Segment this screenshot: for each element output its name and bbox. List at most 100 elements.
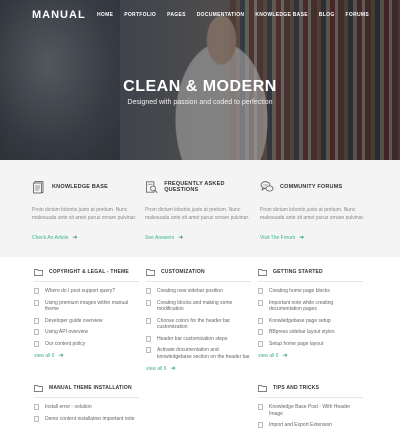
article-link[interactable]: Setup home page layout — [269, 341, 323, 348]
main-menu: HOME PORTFOLIO PAGES DOCUMENTATION KNOWL… — [97, 12, 369, 18]
view-all-link[interactable]: view all 6 ➜ — [34, 352, 139, 360]
nav-portfolio[interactable]: PORTFOLIO — [124, 12, 156, 18]
hero-title: CLEAN & MODERN — [123, 78, 277, 95]
list-item[interactable]: Activate documentation and knowledgebase… — [146, 347, 251, 360]
article-link[interactable]: Header bar customization steps — [157, 336, 227, 343]
nav-knowledge-base[interactable]: KNOWLEDGE BASE — [255, 12, 308, 18]
document-icon — [33, 181, 44, 194]
feature-description: Proin dictum lobortis justo at pretium. … — [260, 207, 365, 221]
list-item[interactable]: Our content policy — [34, 340, 139, 348]
list-item[interactable]: Where do I post support query? — [34, 288, 139, 295]
category-customization: CUSTOMIZATION Creating new sidebar posit… — [146, 268, 251, 372]
list-item[interactable]: Using premium images within manual theme — [34, 299, 139, 313]
link-label: Visit The Forum — [260, 234, 296, 241]
article-link[interactable]: Using API overview — [45, 329, 88, 336]
arrow-right-icon: ➜ — [72, 235, 78, 241]
visit-forum-link[interactable]: Visit The Forum ➜ — [260, 234, 370, 242]
list-item[interactable]: Setup home page layout — [258, 340, 363, 348]
folder-icon — [258, 385, 267, 392]
document-icon — [34, 288, 39, 294]
link-label: Check An Article — [32, 234, 69, 241]
folder-icon — [258, 269, 267, 276]
article-list: Creating home page blocks Important note… — [258, 288, 363, 347]
list-item[interactable]: Creating blocks and making some modifica… — [146, 299, 251, 313]
list-item[interactable]: Demo content installation important note — [34, 415, 139, 423]
article-link[interactable]: Creating home page blocks — [269, 288, 330, 295]
nav-blog[interactable]: BLOG — [319, 12, 335, 18]
list-item[interactable]: Install error - solution — [34, 404, 139, 411]
folder-icon — [34, 385, 43, 392]
article-link[interactable]: Developer guide overview — [45, 318, 103, 325]
document-icon — [34, 299, 39, 306]
document-icon — [34, 415, 39, 422]
article-link[interactable]: Demo content installation important note — [45, 416, 135, 423]
article-link[interactable]: Creating blocks and making some modifica… — [157, 300, 251, 313]
feature-knowledge-base: KNOWLEDGE BASE Proin dictum lobortis jus… — [32, 180, 142, 241]
view-all-label: view all 6 — [146, 365, 167, 372]
view-all-label: view all 6 — [34, 352, 55, 359]
hero-banner: MANUAL HOME PORTFOLIO PAGES DOCUMENTATIO… — [0, 0, 400, 160]
document-icon — [34, 329, 39, 335]
article-link[interactable]: Creating new sidebar position — [157, 288, 223, 295]
category-tips-and-tricks: TIPS AND TRICKS Knowledge Base Post - Wi… — [258, 384, 363, 430]
feature-community-forums: COMMUNITY FORUMS Proin dictum lobortis j… — [260, 180, 370, 241]
article-link[interactable]: Install error - solution — [45, 404, 92, 411]
list-item[interactable]: Developer guide overview — [34, 317, 139, 325]
list-item[interactable]: Knowledge Base Post - With Header Image — [258, 404, 363, 417]
list-item[interactable]: Header bar customization steps — [146, 335, 251, 343]
article-link[interactable]: Where do I post support query? — [45, 288, 115, 295]
hero-subtitle: Designed with passion and coded to perfe… — [127, 99, 273, 106]
list-item[interactable]: Using API overview — [34, 329, 139, 336]
category-copyright-legal: COPYRIGHT & LEGAL - THEME Where do I pos… — [34, 268, 139, 359]
check-article-link[interactable]: Check An Article ➜ — [32, 234, 142, 242]
article-link[interactable]: Our content policy — [45, 341, 85, 348]
list-item[interactable]: Choose colors for the header bar customi… — [146, 317, 251, 331]
category-getting-started: GETTING STARTED Creating home page block… — [258, 268, 363, 359]
list-item[interactable]: Knowledgebase page setup — [258, 317, 363, 325]
document-icon — [258, 340, 263, 347]
list-item[interactable]: Creating home page blocks — [258, 288, 363, 295]
feature-title: FREQUENTLY ASKED QUESTIONS — [164, 181, 225, 193]
list-item[interactable]: Important note while creating documentat… — [258, 299, 363, 313]
article-list: Install error - solution Demo content in… — [34, 404, 139, 422]
article-link[interactable]: BBpress sidebar layout styles — [269, 329, 335, 336]
list-item[interactable]: BBpress sidebar layout styles — [258, 329, 363, 336]
category-title[interactable]: TIPS AND TRICKS — [273, 385, 319, 391]
arrow-right-icon: ➜ — [170, 366, 176, 372]
document-icon — [146, 335, 151, 342]
chat-bubbles-icon — [260, 181, 274, 192]
article-link[interactable]: Knowledge Base Post - With Header Image — [269, 404, 363, 417]
category-title[interactable]: MANUAL THEME INSTALLATION — [49, 385, 132, 391]
article-link[interactable]: Import and Export Extension — [269, 422, 332, 429]
view-all-link[interactable]: view all 6 ➜ — [146, 365, 251, 373]
article-link[interactable]: Knowledgebase page setup — [269, 318, 331, 325]
nav-home[interactable]: HOME — [97, 12, 113, 18]
site-logo[interactable]: MANUAL — [32, 9, 86, 21]
feature-description: Proin dictum lobortis justo at pretium. … — [32, 207, 137, 221]
document-icon — [34, 340, 39, 347]
category-title[interactable]: GETTING STARTED — [273, 269, 323, 275]
document-icon — [146, 347, 151, 353]
folder-icon — [146, 269, 155, 276]
document-icon — [258, 404, 263, 410]
arrow-right-icon: ➜ — [178, 235, 184, 241]
nav-documentation[interactable]: DOCUMENTATION — [197, 12, 245, 18]
nav-pages[interactable]: PAGES — [167, 12, 186, 18]
view-all-link[interactable]: view all 6 ➜ — [258, 352, 363, 360]
article-link[interactable]: Using premium images within manual theme — [45, 300, 139, 313]
article-link[interactable]: Important note while creating documentat… — [269, 300, 363, 313]
article-link[interactable]: Activate documentation and knowledgebase… — [157, 347, 251, 360]
document-icon — [258, 329, 263, 335]
category-title[interactable]: CUSTOMIZATION — [161, 269, 205, 275]
article-link[interactable]: Choose colors for the header bar customi… — [157, 318, 251, 331]
top-navigation: MANUAL HOME PORTFOLIO PAGES DOCUMENTATIO… — [0, 0, 400, 30]
article-list: Knowledge Base Post - With Header Image … — [258, 404, 363, 429]
article-list: Where do I post support query? Using pre… — [34, 288, 139, 347]
document-icon — [146, 288, 151, 294]
arrow-right-icon: ➜ — [282, 353, 288, 359]
see-answers-link[interactable]: See Answers ➜ — [145, 234, 255, 242]
list-item[interactable]: Import and Export Extension — [258, 422, 363, 429]
nav-forums[interactable]: FORUMS — [346, 12, 369, 18]
category-title[interactable]: COPYRIGHT & LEGAL - THEME — [49, 269, 129, 275]
list-item[interactable]: Creating new sidebar position — [146, 288, 251, 295]
